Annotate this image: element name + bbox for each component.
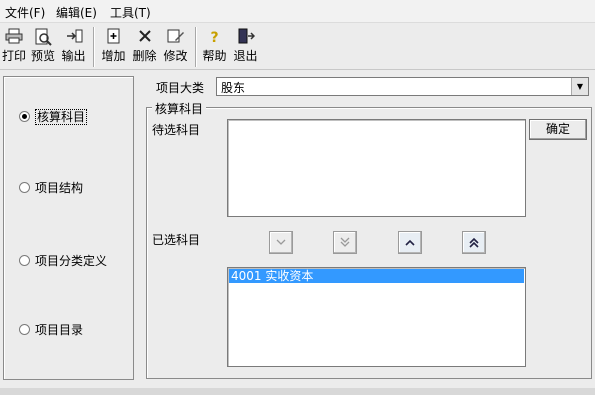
navigation-panel: 核算科目 项目结构 项目分类定义 项目目录: [3, 76, 134, 380]
preview-button[interactable]: 预览: [29, 27, 57, 67]
menu-file[interactable]: 文件(F): [5, 4, 45, 21]
radio-accounting-subject[interactable]: 核算科目: [19, 109, 88, 125]
delete-label: 删除: [132, 49, 157, 63]
selected-label: 已选科目: [152, 233, 201, 247]
pending-label: 待选科目: [152, 123, 201, 137]
help-icon: ?: [210, 30, 219, 46]
radio-label: 项目分类定义: [35, 254, 108, 268]
category-select[interactable]: 股东 ▼: [216, 77, 589, 96]
modify-label: 修改: [163, 49, 188, 63]
radio-label: 项目结构: [35, 181, 84, 195]
radio-project-catalog[interactable]: 项目目录: [19, 322, 83, 338]
chevron-up-icon: [405, 239, 415, 246]
add-icon: [99, 28, 128, 48]
move-all-down-button[interactable]: [333, 231, 357, 254]
move-down-button[interactable]: [269, 231, 293, 254]
selected-list[interactable]: 4001 实收资本: [227, 267, 526, 367]
radio-label: 项目目录: [35, 323, 84, 337]
printer-icon: [0, 28, 28, 48]
category-value: 股东: [221, 81, 246, 95]
preview-icon: [29, 28, 57, 48]
help-label: 帮助: [202, 49, 227, 63]
move-all-up-button[interactable]: [462, 231, 486, 254]
print-button[interactable]: 打印: [0, 27, 28, 67]
category-label: 项目大类: [156, 81, 205, 95]
confirm-button[interactable]: 确定: [529, 119, 587, 140]
add-button[interactable]: 增加: [99, 27, 128, 67]
pending-list[interactable]: [227, 119, 526, 217]
radio-project-structure[interactable]: 项目结构: [19, 180, 83, 196]
radio-label: 核算科目: [35, 109, 88, 125]
preview-label: 预览: [30, 49, 55, 63]
menu-bar: 文件(F) 编辑(E) 工具(T): [0, 0, 595, 23]
exit-button[interactable]: 退出: [231, 27, 260, 67]
menu-edit[interactable]: 编辑(E): [56, 4, 97, 21]
toolbar: 打印 预览 输出 增加 删除 修改 ? 帮助 退出: [0, 23, 595, 70]
radio-icon: [19, 182, 30, 193]
chevron-down-icon: [276, 239, 286, 245]
radio-icon: [19, 324, 30, 335]
double-chevron-down-icon: [340, 237, 350, 247]
list-item[interactable]: 4001 实收资本: [229, 269, 524, 283]
chevron-down-icon[interactable]: ▼: [571, 78, 588, 95]
radio-icon: [19, 255, 30, 266]
radio-selected-icon: [19, 111, 30, 122]
add-label: 增加: [101, 49, 126, 63]
double-chevron-up-icon: [469, 237, 479, 248]
delete-button[interactable]: 删除: [130, 27, 159, 67]
export-label: 输出: [61, 49, 86, 63]
exit-label: 退出: [233, 49, 258, 63]
delete-icon: [130, 28, 159, 48]
print-label: 打印: [1, 49, 26, 63]
group-title: 核算科目: [152, 100, 207, 117]
window-bottom-edge: [0, 388, 595, 395]
export-button[interactable]: 输出: [59, 27, 88, 67]
radio-category-definition[interactable]: 项目分类定义: [19, 253, 107, 269]
move-up-button[interactable]: [398, 231, 422, 254]
modify-button[interactable]: 修改: [161, 27, 190, 67]
help-button[interactable]: ? 帮助: [200, 27, 229, 67]
exit-door-icon: [231, 28, 260, 48]
edit-icon: [161, 28, 190, 48]
menu-tools[interactable]: 工具(T): [110, 4, 151, 21]
export-icon: [59, 28, 88, 48]
